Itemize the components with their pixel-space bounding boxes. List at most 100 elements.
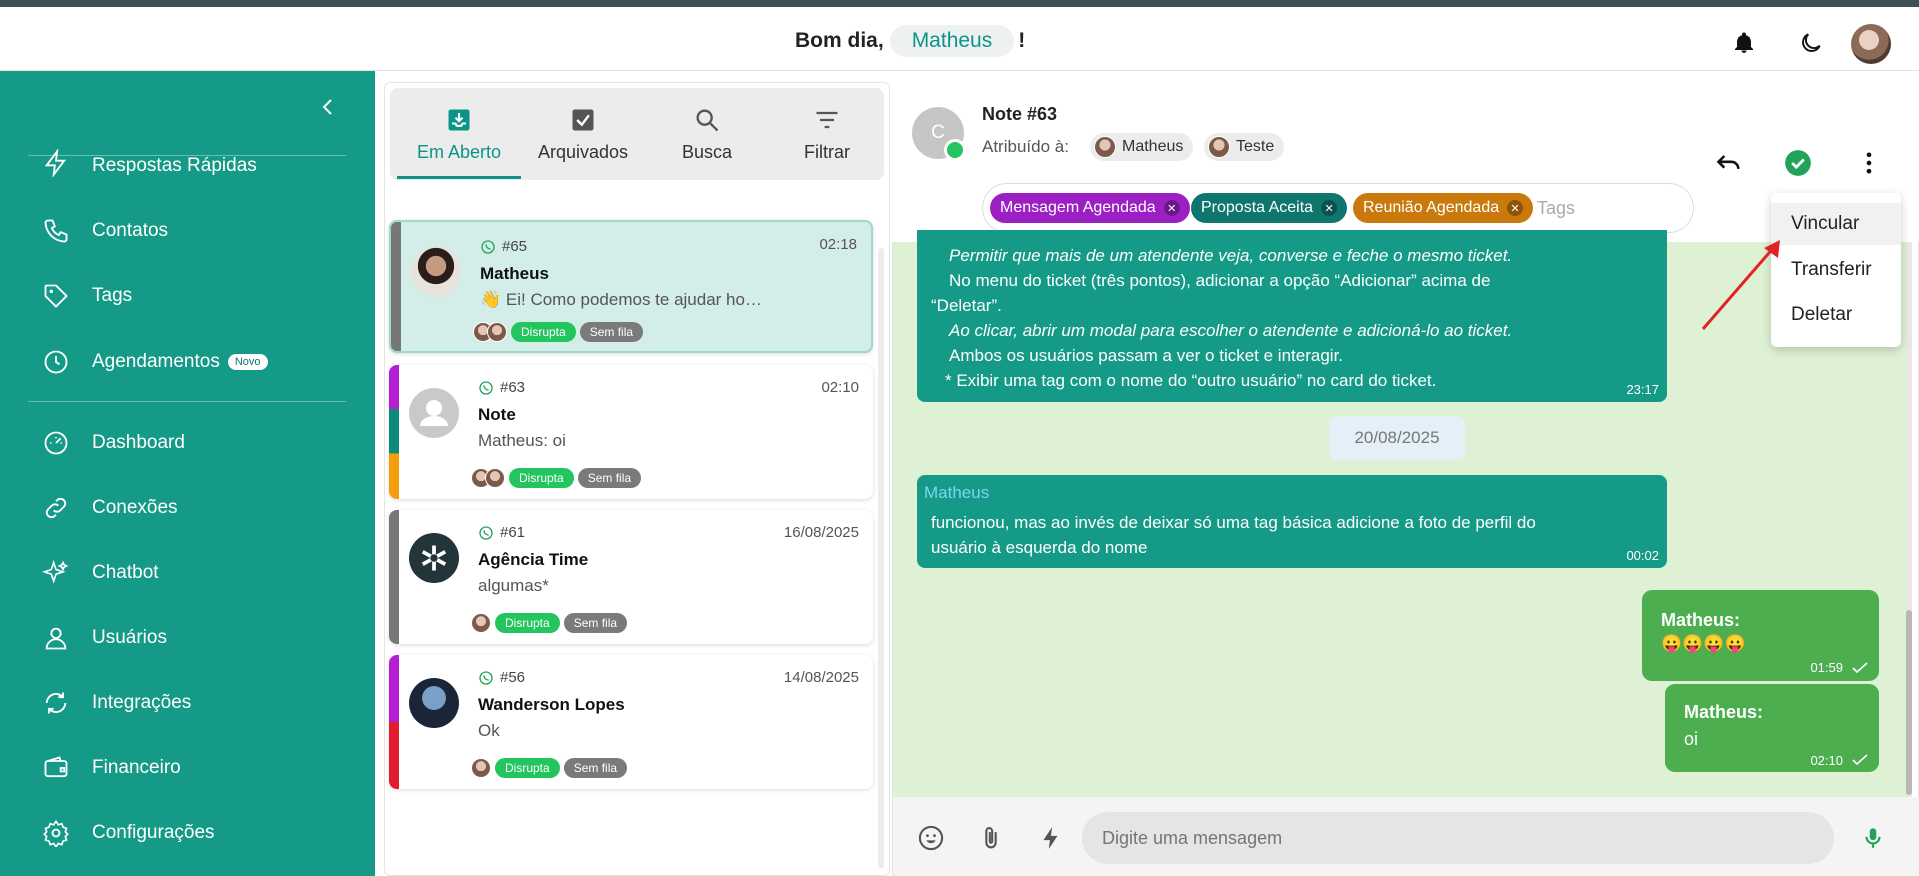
message-input[interactable] <box>1082 812 1834 864</box>
sidebar-item-conexoes[interactable]: Conexões <box>42 488 178 528</box>
remove-tag-icon[interactable]: ✕ <box>1321 200 1338 216</box>
incoming-message-bubble: Matheus funcionou, mas ao invés de deixa… <box>917 475 1667 568</box>
assignee-avatar <box>1094 136 1116 158</box>
queue-color-strip <box>389 365 399 499</box>
annotation-arrow <box>1701 240 1780 330</box>
ticket-number: #63 <box>478 379 525 396</box>
sidebar: Respostas Rápidas Contatos Tags Agendame… <box>0 71 375 876</box>
sidebar-item-usuarios[interactable]: Usuários <box>42 618 167 658</box>
clock-icon <box>44 350 68 374</box>
ticket-card[interactable]: #65 02:18 Matheus 👋 Ei! Como podemos te … <box>389 220 873 353</box>
sidebar-item-financeiro[interactable]: Financeiro <box>42 748 181 788</box>
tab-label: Busca <box>681 141 733 162</box>
sidebar-item-label: Respostas Rápidas <box>92 155 257 176</box>
sidebar-item-tags[interactable]: Tags <box>42 276 132 316</box>
ticket-contact-name: Agência Time <box>478 550 589 569</box>
tab-arquivados[interactable]: Arquivados <box>521 88 645 180</box>
attach-paperclip-icon[interactable] <box>975 822 1007 854</box>
top-strip <box>0 0 1919 7</box>
queue-color-strip <box>389 510 399 644</box>
queue-color-strip <box>389 655 399 789</box>
microphone-icon[interactable] <box>1857 822 1889 854</box>
collapse-sidebar-chevron-left-icon[interactable] <box>316 95 340 119</box>
whatsapp-icon <box>479 380 493 395</box>
sidebar-item-label: Usuários <box>92 627 167 648</box>
sidebar-item-label: Contatos <box>92 220 169 241</box>
app-header: Bom dia, Matheus ! <box>0 7 1919 71</box>
remove-tag-icon[interactable]: ✕ <box>1507 200 1524 216</box>
sidebar-item-label: Conexões <box>92 497 178 518</box>
wallet-icon <box>44 756 68 778</box>
user-avatar[interactable] <box>1851 24 1891 64</box>
greeting-exclaim: ! <box>1018 29 1026 52</box>
emoji-icon[interactable] <box>915 822 947 854</box>
chat-scrollbar-thumb[interactable] <box>1906 610 1912 795</box>
link-icon <box>45 497 67 519</box>
ticket-tag-chip: Mensagem Agendada ✕ <box>990 193 1190 223</box>
message-line: Permitir que mais de um atendente veja, … <box>949 246 1513 265</box>
tickets-scrollbar[interactable] <box>878 248 884 868</box>
notification-bell-icon[interactable] <box>1728 27 1760 59</box>
ticket-number: #65 <box>480 238 527 255</box>
message-line: No menu do ticket (três pontos), adicion… <box>949 271 1491 290</box>
message-sender: Matheus: <box>1684 702 1764 722</box>
return-undo-icon[interactable] <box>1713 147 1745 179</box>
assignee-avatar <box>1208 136 1230 158</box>
message-line: Ao clicar, abrir um modal para escolher … <box>949 321 1513 340</box>
sidebar-item-configuracoes[interactable]: Configurações <box>42 813 215 853</box>
whatsapp-icon <box>479 670 493 685</box>
message-time: 00:02 <box>1626 548 1659 563</box>
queue-tag: Sem fila <box>563 758 628 778</box>
message-line: funcionou, mas ao invés de deixar só uma… <box>931 513 1536 532</box>
message-time: 01:59 <box>1810 660 1843 675</box>
message-text: 😛😛😛😛 <box>1661 634 1746 653</box>
ticket-last-message: 👋 Ei! Como podemos te ajudar ho… <box>480 290 762 309</box>
ticket-options-menu: Vincular Transferir Deletar <box>1771 193 1901 347</box>
ticket-card[interactable]: #61 16/08/2025 Agência Time algumas* Dis… <box>389 510 873 644</box>
connection-tag: Disrupta <box>495 758 560 778</box>
more-options-icon[interactable] <box>1853 147 1885 179</box>
sidebar-item-contatos[interactable]: Contatos <box>42 211 168 251</box>
ticket-card[interactable]: #56 14/08/2025 Wanderson Lopes Ok Disrup… <box>389 655 873 789</box>
tab-label: Filtrar <box>804 141 850 162</box>
dark-mode-moon-icon[interactable] <box>1795 27 1827 59</box>
sidebar-item-chatbot[interactable]: Chatbot <box>42 553 159 593</box>
sidebar-item-integracoes[interactable]: Integrações <box>42 683 191 723</box>
message-time: 02:10 <box>1810 753 1843 768</box>
connection-tag: Disrupta <box>495 613 560 633</box>
queue-tag: Sem fila <box>579 322 644 342</box>
remove-tag-icon[interactable]: ✕ <box>1163 200 1180 216</box>
tab-em-aberto[interactable]: Em Aberto <box>397 88 521 180</box>
menu-item-vincular[interactable]: Vincular <box>1771 203 1901 245</box>
sidebar-item-dashboard[interactable]: Dashboard <box>42 423 185 463</box>
user-avatar <box>471 758 491 778</box>
user-avatar <box>471 613 491 633</box>
tab-filtrar[interactable]: Filtrar <box>770 88 884 180</box>
sidebar-item-label: Integrações <box>92 692 192 713</box>
active-tab-indicator <box>397 176 521 179</box>
ticket-tag-chip: Proposta Aceita ✕ <box>1191 193 1348 223</box>
sidebar-item-respostas-rapidas[interactable]: Respostas Rápidas <box>42 147 257 177</box>
ticket-card[interactable]: #63 02:10 Note Matheus: oi Disrupta Sem … <box>389 365 873 499</box>
ticket-contact-name: Matheus <box>480 264 549 283</box>
connection-tag: Disrupta <box>511 322 576 342</box>
sidebar-item-label: Chatbot <box>92 562 159 583</box>
search-icon <box>696 109 719 131</box>
contact-avatar <box>409 388 459 438</box>
resolve-check-circle-icon[interactable] <box>1782 147 1814 179</box>
menu-item-transferir[interactable]: Transferir <box>1771 249 1901 291</box>
chat-title: Note #63 <box>982 104 1058 124</box>
ticket-time: 16/08/2025 <box>783 524 859 541</box>
message-time: 23:17 <box>1626 382 1659 397</box>
tab-busca[interactable]: Busca <box>645 88 769 180</box>
quick-reply-lightning-icon[interactable] <box>1035 822 1067 854</box>
connection-tag: Disrupta <box>509 468 574 488</box>
ticket-tag-chip: Reunião Agendada ✕ <box>1353 193 1534 223</box>
outgoing-message-bubble: Matheus: oi 02:10 <box>1665 684 1879 772</box>
outgoing-message-bubble: Matheus: 😛😛😛😛 01:59 <box>1642 590 1879 681</box>
menu-item-deletar[interactable]: Deletar <box>1771 294 1901 336</box>
sidebar-item-agendamentos[interactable]: Agendamentos Novo <box>42 342 268 382</box>
greeting-user-name: Matheus <box>889 25 1015 57</box>
contact-avatar <box>409 678 459 728</box>
tag-icon <box>44 284 68 308</box>
